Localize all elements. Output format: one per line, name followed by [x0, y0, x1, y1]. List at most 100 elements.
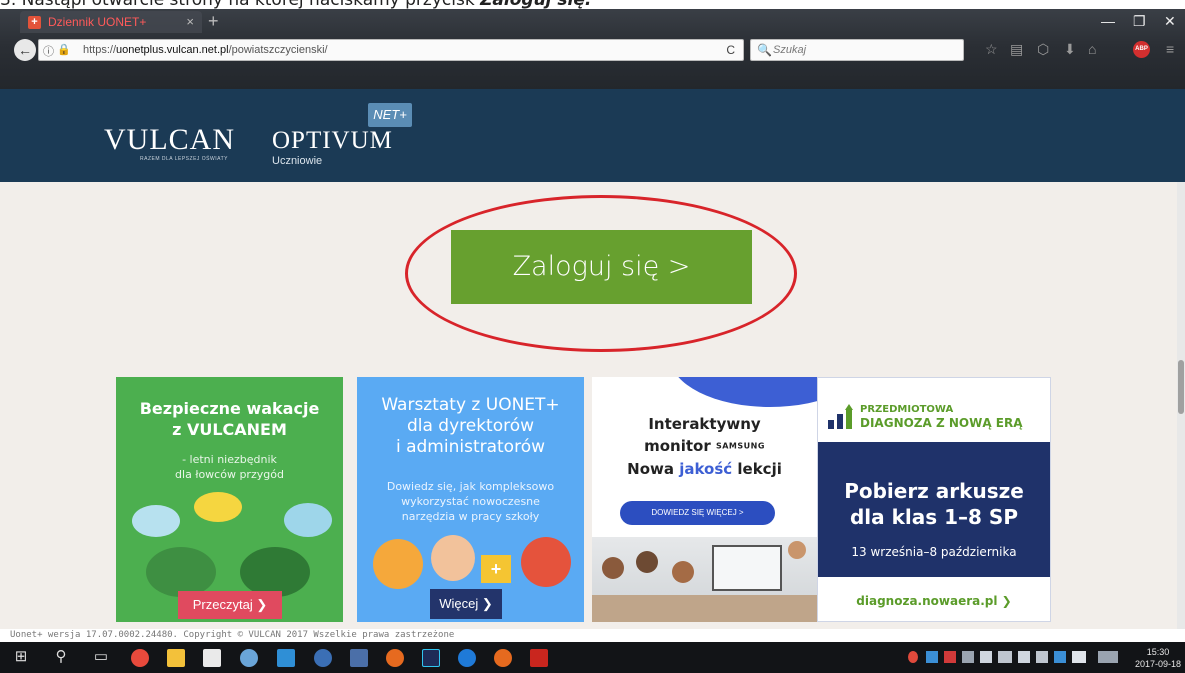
workshops-sub-line1: Dowiedz się, jak kompleksowo: [386, 480, 555, 493]
firefox-active-icon[interactable]: [494, 649, 512, 667]
monitor-line3: Nowa jakość lekcji: [592, 458, 817, 480]
tray-icon[interactable]: [980, 651, 992, 663]
workshops-sub-line2: wykorzystać nowoczesne: [401, 495, 540, 508]
search-icon[interactable]: ⚲: [52, 648, 70, 666]
home-icon[interactable]: ⌂: [1088, 41, 1096, 57]
banner-arc: [670, 377, 817, 407]
page-scrollbar[interactable]: [1177, 182, 1185, 629]
plus-icon: +: [481, 555, 511, 583]
diagnoza-dates: 13 września–8 października: [851, 545, 1017, 559]
pocket-icon[interactable]: ⬡: [1037, 41, 1049, 58]
workshops-title-line2: dla dyrektorów: [406, 416, 535, 436]
taskbar-clock[interactable]: 15:30 2017-09-18: [1131, 646, 1185, 670]
site-header: VULCAN RAZEM DLA LEPSZEJ OŚWIATY NET+ OP…: [0, 89, 1185, 182]
start-icon[interactable]: ⊞: [12, 648, 30, 666]
tab-close-icon[interactable]: ×: [186, 14, 194, 29]
search-input[interactable]: 🔍 Szukaj: [750, 39, 964, 61]
app-icon[interactable]: [314, 649, 332, 667]
clock-date: 2017-09-18: [1134, 659, 1182, 669]
close-window-icon[interactable]: ✕: [1164, 13, 1176, 30]
edge-icon[interactable]: [458, 649, 476, 667]
reload-icon[interactable]: C: [726, 43, 735, 57]
app-icon[interactable]: [240, 649, 258, 667]
clock-time: 15:30: [1146, 647, 1170, 657]
reading-list-icon[interactable]: ▤: [1010, 41, 1023, 58]
monitor-line1: Interaktywny: [648, 415, 761, 433]
diagnoza-link[interactable]: diagnoza.nowaera.pl ❯: [818, 594, 1050, 608]
volume-icon[interactable]: [998, 651, 1012, 663]
download-icon[interactable]: ⬇: [1064, 41, 1076, 58]
acrobat-icon[interactable]: [530, 649, 548, 667]
minimize-icon[interactable]: —: [1101, 13, 1115, 29]
bookmark-star-icon[interactable]: ☆: [985, 41, 998, 58]
vacation-banner[interactable]: Bezpieczne wakacje z VULCANEM - letni ni…: [116, 377, 343, 622]
menu-icon[interactable]: ≡: [1166, 41, 1174, 57]
diagnoza-title: Pobierz arkusze dla klas 1–8 SP: [818, 478, 1050, 530]
browser-tab[interactable]: + Dziennik UONET+ ×: [20, 11, 202, 33]
photoshop-icon[interactable]: [422, 649, 440, 667]
workshops-sub-line3: narzędzia w pracy szkoły: [401, 510, 540, 523]
student-icon: [672, 561, 694, 583]
person-icon: [373, 539, 423, 589]
screenshot: 3. Nastąpi otwarcie strony na której nac…: [0, 0, 1185, 673]
workshops-subtitle: Dowiedz się, jak kompleksowo wykorzystać…: [357, 479, 584, 524]
bar-chart-icon: [828, 404, 853, 429]
tray-icon[interactable]: [1054, 651, 1066, 663]
monitor-banner[interactable]: Interaktywny monitor SAMSUNG Nowa jakość…: [592, 377, 817, 622]
monitor-word: monitor: [644, 437, 711, 455]
scrollbar-thumb[interactable]: [1178, 360, 1184, 414]
maximize-icon[interactable]: ❐: [1133, 13, 1146, 30]
editor-icon[interactable]: [350, 649, 368, 667]
chrome-icon[interactable]: [131, 649, 149, 667]
vulcan-logo[interactable]: VULCAN: [104, 123, 235, 157]
firefox-icon[interactable]: [386, 649, 404, 667]
tray-icon[interactable]: [908, 651, 918, 663]
login-button[interactable]: Zaloguj się >: [451, 230, 752, 304]
search-placeholder: Szukaj: [773, 44, 807, 56]
page-footer: Uonet+ wersja 17.07.0002.24480. Copyrigh…: [0, 629, 1185, 642]
url-path: /powiatszczycienski/: [228, 44, 328, 56]
store-icon[interactable]: [203, 649, 221, 667]
forest-hill-icon: [240, 547, 310, 597]
teacher-icon: [788, 541, 806, 559]
person-icon: [521, 537, 571, 587]
app-icon[interactable]: [277, 649, 295, 667]
learn-more-button[interactable]: DOWIEDZ SIĘ WIĘCEJ >: [620, 501, 775, 525]
browser-chrome: + Dziennik UONET+ × + — ❐ ✕ ← ⓘ 🔒 https:…: [0, 9, 1185, 89]
monitor-title: Interaktywny monitor SAMSUNG Nowa jakość…: [592, 413, 817, 480]
back-button[interactable]: ←: [14, 39, 36, 61]
monitor-line3-a: Nowa: [627, 459, 680, 478]
vacation-title: Bezpieczne wakacje z VULCANEM: [116, 398, 343, 440]
workshops-title-line1: Warsztaty z UONET+: [381, 395, 560, 415]
file-explorer-icon[interactable]: [167, 649, 185, 667]
read-button[interactable]: Przeczytaj ❯: [178, 591, 282, 619]
lock-icon: 🔒: [57, 44, 71, 56]
vacation-sub-line2: dla łowców przygód: [175, 468, 284, 481]
info-icon[interactable]: ⓘ: [43, 43, 54, 59]
keyboard-icon[interactable]: [1098, 651, 1118, 663]
samsung-brand: SAMSUNG: [715, 441, 765, 451]
bike-cloud-icon: [132, 505, 180, 537]
net-badge: NET+: [368, 103, 412, 127]
main-content: Zaloguj się > Bezpieczne wakacje z VULCA…: [0, 182, 1185, 629]
wifi-icon[interactable]: [1036, 651, 1048, 663]
adblock-icon[interactable]: ABP: [1133, 41, 1150, 58]
laptop-icon: [284, 503, 332, 537]
tray-icon[interactable]: [962, 651, 974, 663]
tray-icon[interactable]: [926, 651, 938, 663]
diagnoza-title-line1: Pobierz arkusze: [844, 479, 1024, 503]
browser-toolbar: ← ⓘ 🔒 https://uonetplus.vulcan.net.pl/po…: [0, 37, 1185, 63]
url-bar[interactable]: ⓘ 🔒 https://uonetplus.vulcan.net.pl/powi…: [38, 39, 744, 61]
product-subtitle: Uczniowie: [272, 155, 323, 167]
vacation-sub-line1: - letni niezbędnik: [182, 453, 277, 466]
workshops-banner[interactable]: Warsztaty z UONET+ dla dyrektorów i admi…: [357, 377, 584, 622]
task-view-icon[interactable]: ▭: [92, 648, 110, 666]
battery-icon[interactable]: [1018, 651, 1030, 663]
diagnoza-banner[interactable]: PRZEDMIOTOWA DIAGNOZA Z NOWĄ ERĄ Pobierz…: [817, 377, 1051, 622]
monitor-line3-c: lekcji: [732, 459, 782, 478]
notification-icon[interactable]: [1072, 651, 1086, 663]
tray-icon[interactable]: [944, 651, 956, 663]
optivum-logo[interactable]: OPTIVUM: [272, 127, 393, 155]
more-button[interactable]: Więcej ❯: [430, 589, 502, 619]
new-tab-button[interactable]: +: [208, 11, 219, 32]
